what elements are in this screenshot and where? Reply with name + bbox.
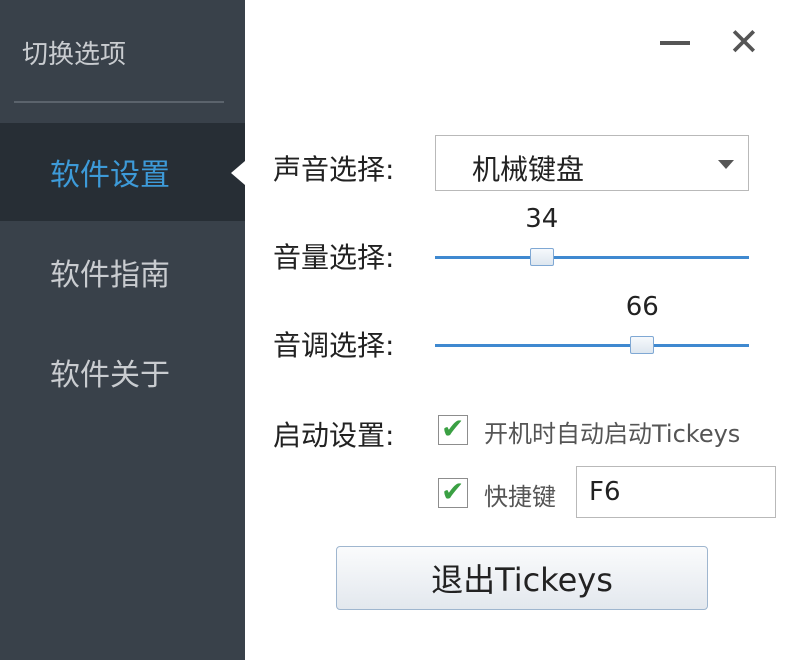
volume-label: 音量选择: xyxy=(273,241,395,274)
check-icon: ✔ xyxy=(441,412,465,445)
sidebar-item-label: 软件关于 xyxy=(50,358,170,393)
exit-button[interactable]: 退出Tickeys xyxy=(336,546,708,610)
sound-label: 声音选择: xyxy=(273,153,395,186)
pitch-slider-track[interactable] xyxy=(435,344,749,347)
sidebar-header: 切换选项 xyxy=(22,40,127,70)
pitch-slider-thumb[interactable] xyxy=(630,336,655,354)
volume-slider-track[interactable] xyxy=(435,256,749,259)
sidebar-item-label: 软件设置 xyxy=(50,158,170,193)
volume-slider-thumb[interactable] xyxy=(529,248,554,266)
minimize-icon xyxy=(660,41,690,45)
pitch-label: 音调选择: xyxy=(273,329,395,362)
sound-select-value: 机械键盘 xyxy=(472,153,585,186)
sidebar-item-software-about[interactable]: 软件关于 xyxy=(0,323,245,421)
sidebar: 切换选项 软件设置 软件指南 软件关于 xyxy=(0,0,245,660)
pitch-value: 66 xyxy=(625,292,659,322)
hotkey-checkbox[interactable]: ✔ xyxy=(438,475,468,508)
sidebar-divider xyxy=(14,101,224,103)
minimize-button[interactable] xyxy=(656,22,696,62)
close-button[interactable]: ✕ xyxy=(728,22,768,62)
active-indicator xyxy=(231,161,245,185)
sound-select[interactable]: 机械键盘 xyxy=(435,135,749,191)
startup-label: 启动设置: xyxy=(273,419,395,452)
sidebar-item-software-guide[interactable]: 软件指南 xyxy=(0,223,245,321)
hotkey-input[interactable] xyxy=(576,466,776,518)
chevron-down-icon xyxy=(718,160,734,169)
sidebar-item-label: 软件指南 xyxy=(50,258,170,293)
close-icon: ✕ xyxy=(728,20,760,64)
hotkey-label: 快捷键 xyxy=(484,483,556,511)
autostart-label: 开机时自动启动Tickeys xyxy=(484,420,741,448)
pitch-slider[interactable]: 66 xyxy=(435,292,749,366)
volume-value: 34 xyxy=(525,204,559,234)
check-icon: ✔ xyxy=(441,475,465,508)
volume-slider[interactable]: 34 xyxy=(435,204,749,278)
autostart-checkbox[interactable]: ✔ xyxy=(438,412,468,445)
sidebar-item-software-settings[interactable]: 软件设置 xyxy=(0,123,245,221)
